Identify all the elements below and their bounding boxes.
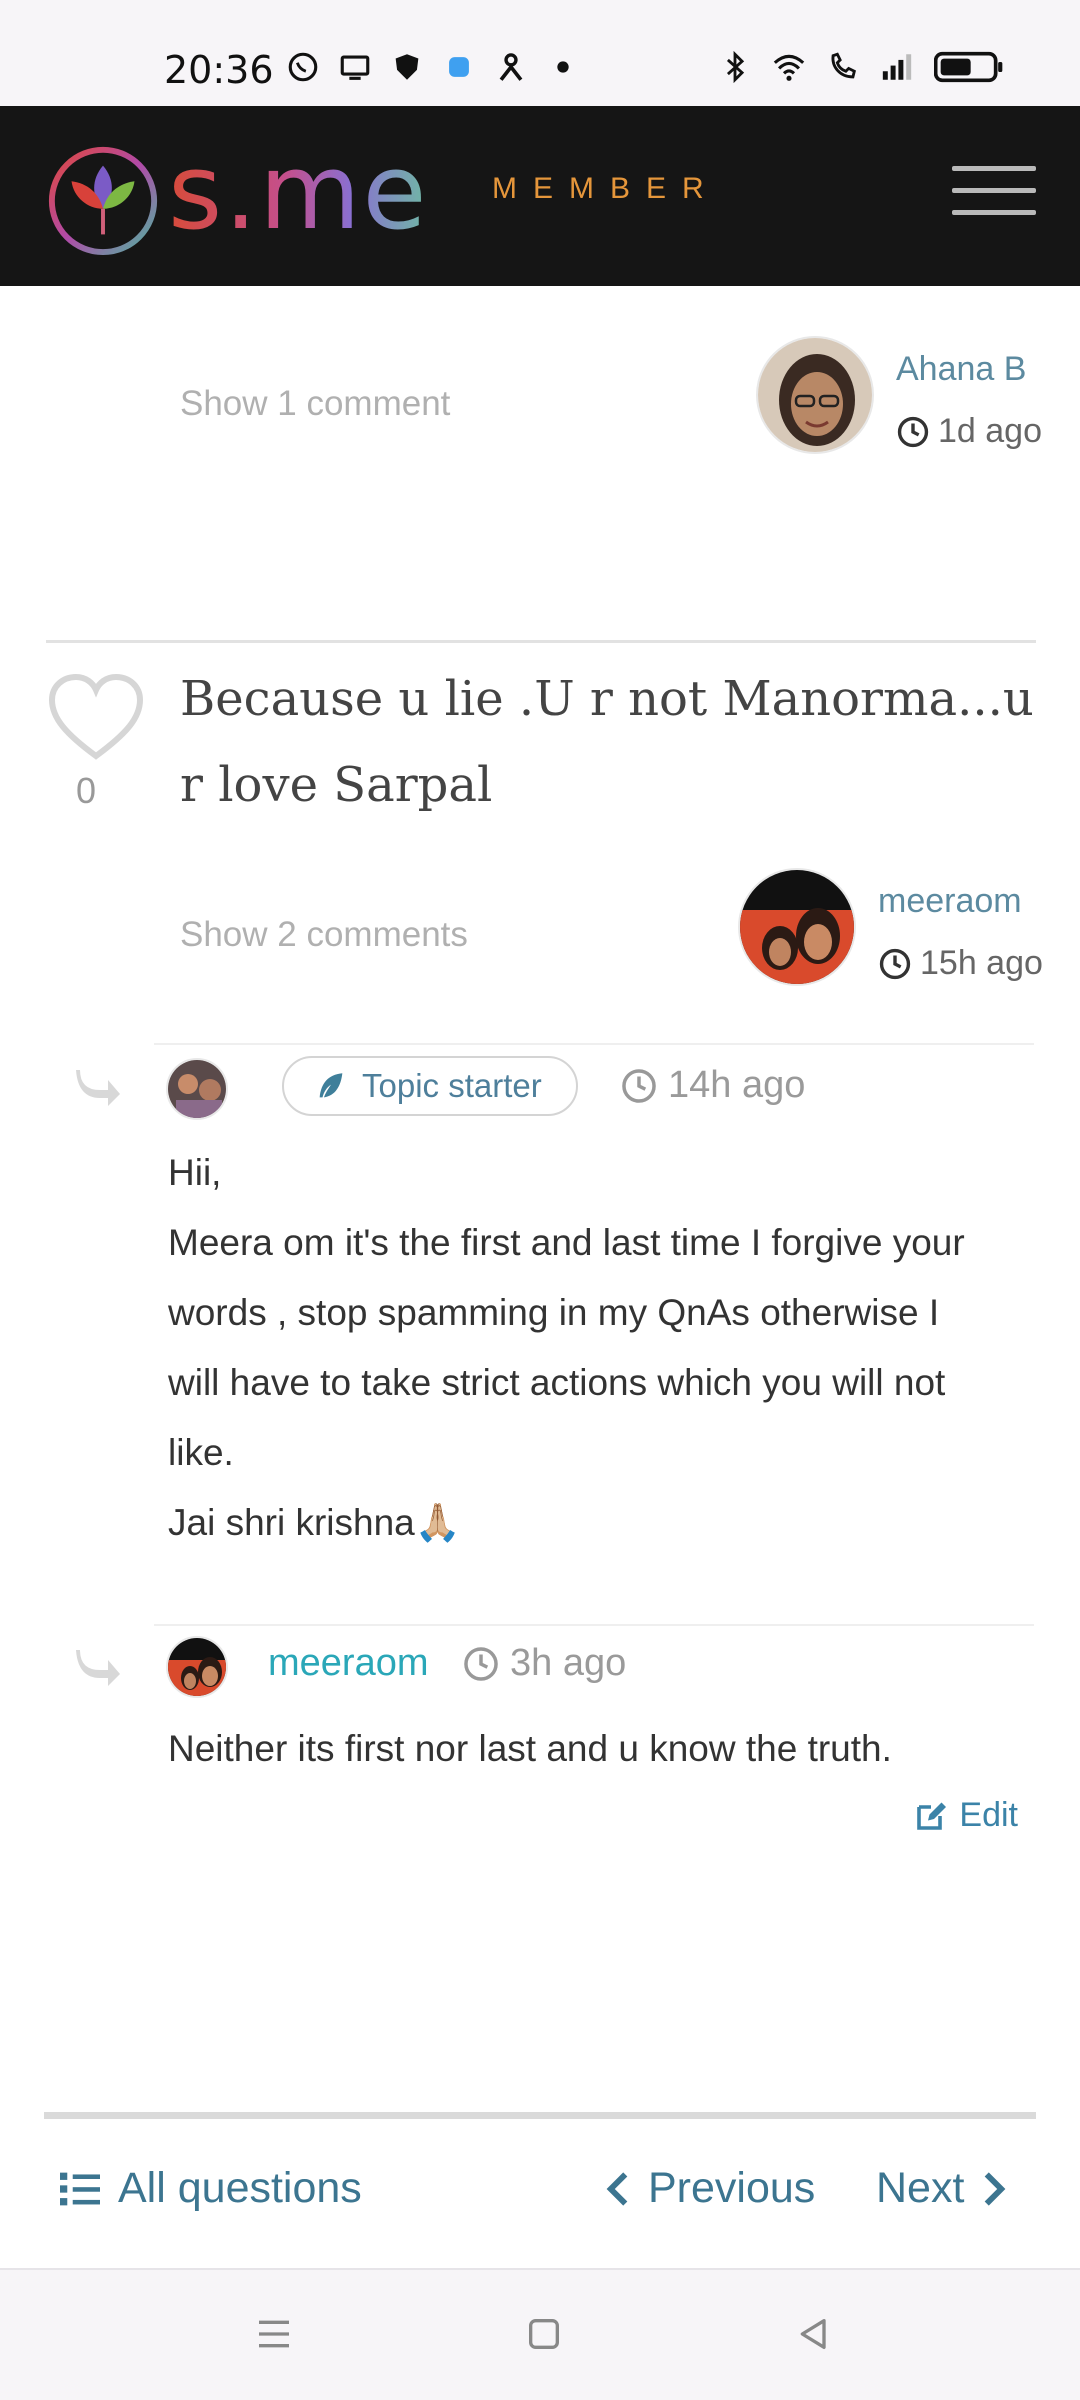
app-icon [449, 57, 469, 77]
system-status-icons [718, 50, 1004, 84]
comment-time-text: 14h ago [668, 1064, 806, 1106]
logo-text: s.me [168, 131, 429, 253]
hamburger-menu-button[interactable] [952, 166, 1036, 226]
avatar-ahana[interactable] [756, 336, 874, 454]
comment-time-text-2: 3h ago [510, 1642, 627, 1684]
back-icon[interactable] [794, 2314, 834, 2354]
comment-body-2: Neither its first nor last and u know th… [168, 1728, 892, 1769]
answer-author-2[interactable]: meeraom [878, 882, 1022, 921]
comment-line: words , stop spamming in my QnAs otherwi… [168, 1292, 940, 1333]
reply-arrow-icon [76, 1070, 120, 1106]
footer-divider [44, 2112, 1036, 2119]
answer-time-text-2: 15h ago [920, 944, 1043, 982]
lotus-logo-icon [48, 146, 158, 256]
all-questions-label: All questions [118, 2164, 362, 2212]
topic-starter-label: Topic starter [362, 1067, 542, 1104]
avatar-photo [758, 338, 872, 452]
reply-arrow-icon [76, 1650, 120, 1686]
show-comments-link-2[interactable]: Show 2 comments [180, 915, 468, 955]
app-header: s.me MEMBER [0, 106, 1080, 286]
avatar-meeraom[interactable] [738, 868, 856, 986]
recents-menu-icon[interactable] [254, 2314, 294, 2354]
comment-avatar[interactable] [166, 1058, 228, 1120]
hamburger-icon [952, 166, 1036, 171]
answer-time-2: 15h ago [878, 944, 1043, 983]
status-bar: 20:36 [0, 0, 1080, 106]
next-label: Next [876, 2164, 965, 2212]
comment-divider [154, 1624, 1034, 1626]
comment-line: Meera om it's the first and last time I … [168, 1222, 965, 1263]
next-link[interactable]: Next [876, 2164, 1008, 2213]
clock-icon [897, 416, 929, 447]
avatar-photo [168, 1060, 226, 1118]
volte-call-icon [831, 52, 856, 79]
comment-author[interactable]: meeraom [268, 1642, 429, 1685]
comment-body: Hii, Meera om it's the first and last ti… [168, 1138, 1048, 1558]
vote-count: 0 [76, 770, 97, 811]
answer-time: 1d ago [896, 412, 1042, 451]
clock-icon [464, 1646, 498, 1681]
answer-divider [46, 640, 1036, 643]
clock-icon [879, 948, 911, 979]
comment-avatar-meeraom[interactable] [166, 1636, 228, 1698]
signal-icon [882, 54, 912, 80]
answer-text: Because u lie .U r not Manorma...u r lov… [180, 671, 1034, 813]
comment-time: 14h ago [620, 1064, 805, 1107]
clock-icon [622, 1068, 656, 1103]
show-comments-link[interactable]: Show 1 comment [180, 384, 450, 424]
bluetooth-icon [726, 50, 745, 84]
edit-button[interactable]: Edit [913, 1796, 1018, 1835]
comment-line: Jai shri krishna🙏🏼 [168, 1502, 461, 1543]
topic-starter-badge: Topic starter [282, 1056, 578, 1116]
avatar-photo [168, 1638, 226, 1696]
site-logo[interactable]: s.me [44, 140, 429, 258]
comment-time-2: 3h ago [462, 1642, 626, 1685]
system-nav-bar [0, 2268, 1080, 2400]
shield-icon [395, 54, 419, 80]
list-icon [60, 2172, 100, 2205]
battery-icon [934, 51, 1003, 83]
chevron-left-icon [606, 2171, 628, 2206]
answer-author[interactable]: Ahana B [896, 350, 1026, 389]
wifi-icon [773, 54, 805, 81]
previous-link[interactable]: Previous [604, 2164, 815, 2213]
comment-line: Hii, [168, 1152, 222, 1193]
chevron-right-icon [985, 2171, 1006, 2206]
heart-like-icon[interactable] [46, 672, 146, 764]
comment-line: will have to take strict actions which y… [168, 1362, 946, 1403]
all-questions-link[interactable]: All questions [58, 2164, 362, 2213]
dot-icon [557, 61, 569, 73]
home-icon[interactable] [524, 2314, 564, 2354]
member-label: MEMBER [492, 172, 720, 205]
feather-icon [319, 1073, 343, 1098]
previous-label: Previous [648, 2164, 816, 2212]
avatar-photo [740, 870, 854, 984]
notification-icons [286, 50, 580, 84]
whatsapp-icon [288, 52, 318, 82]
edit-label: Edit [959, 1796, 1018, 1834]
comment-divider [154, 1043, 1034, 1045]
screen-icon [340, 55, 370, 80]
person-icon [499, 53, 523, 81]
answer-time-text: 1d ago [938, 412, 1042, 450]
comment-line: like. [168, 1432, 234, 1473]
status-time: 20:36 [164, 48, 274, 92]
edit-icon [917, 1802, 947, 1830]
